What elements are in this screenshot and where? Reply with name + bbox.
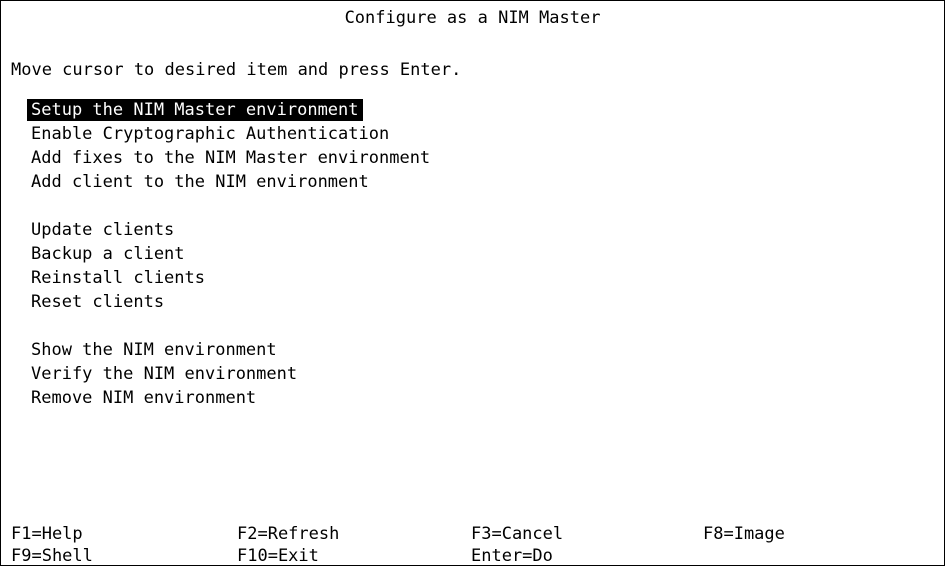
menu-item-show-environment[interactable]: Show the NIM environment [31,338,434,362]
menu-item-label: Reinstall clients [31,268,205,288]
menu-item-label: Add fixes to the NIM Master environment [31,148,431,168]
menu-item-label: Enable Cryptographic Authentication [31,124,390,144]
menu-item-setup-master[interactable]: Setup the NIM Master environment [27,98,434,122]
menu-item-label: Remove NIM environment [31,388,257,408]
f9-shell-key[interactable]: F9=Shell [11,545,93,565]
terminal-screen: Configure as a NIM Master Move cursor to… [0,0,945,566]
menu-item-reinstall-clients[interactable]: Reinstall clients [31,266,434,290]
enter-do-key[interactable]: Enter=Do [471,545,553,565]
menu-group-environment: Show the NIM environment Verify the NIM … [31,338,434,410]
menu-item-remove-environment[interactable]: Remove NIM environment [31,386,434,410]
menu-group-master: Setup the NIM Master environment Enable … [27,98,434,194]
menu-item-add-fixes[interactable]: Add fixes to the NIM Master environment [31,146,434,170]
menu-item-add-client[interactable]: Add client to the NIM environment [31,170,434,194]
screen-title: Configure as a NIM Master [344,8,601,28]
menu-item-update-clients[interactable]: Update clients [31,218,434,242]
function-key-bar: F1=Help F2=Refresh F3=Cancel F8=Image F9… [11,523,931,565]
instructions-text: Move cursor to desired item and press En… [11,60,462,80]
f2-refresh-key[interactable]: F2=Refresh [237,523,339,545]
menu-group-clients: Update clients Backup a client Reinstall… [31,218,434,314]
menu-item-enable-crypto-auth[interactable]: Enable Cryptographic Authentication [31,122,434,146]
f10-exit-key[interactable]: F10=Exit [237,545,319,565]
f3-cancel-key[interactable]: F3=Cancel [471,523,563,545]
menu-item-label: Show the NIM environment [31,340,277,360]
function-key-row: F9=Shell F10=Exit Enter=Do [11,545,931,565]
menu-item-label: Reset clients [31,292,165,312]
f8-image-key[interactable]: F8=Image [703,523,785,545]
f1-help-key[interactable]: F1=Help [11,523,83,545]
menu-item-label: Backup a client [31,244,185,264]
menu-item-label: Update clients [31,220,175,240]
menu-item-verify-environment[interactable]: Verify the NIM environment [31,362,434,386]
function-key-row: F1=Help F2=Refresh F3=Cancel F8=Image [11,523,931,545]
menu-item-label: Setup the NIM Master environment [27,99,363,121]
menu-item-label: Verify the NIM environment [31,364,298,384]
menu-item-reset-clients[interactable]: Reset clients [31,290,434,314]
menu-item-backup-client[interactable]: Backup a client [31,242,434,266]
menu: Setup the NIM Master environment Enable … [27,98,434,434]
menu-item-label: Add client to the NIM environment [31,172,369,192]
